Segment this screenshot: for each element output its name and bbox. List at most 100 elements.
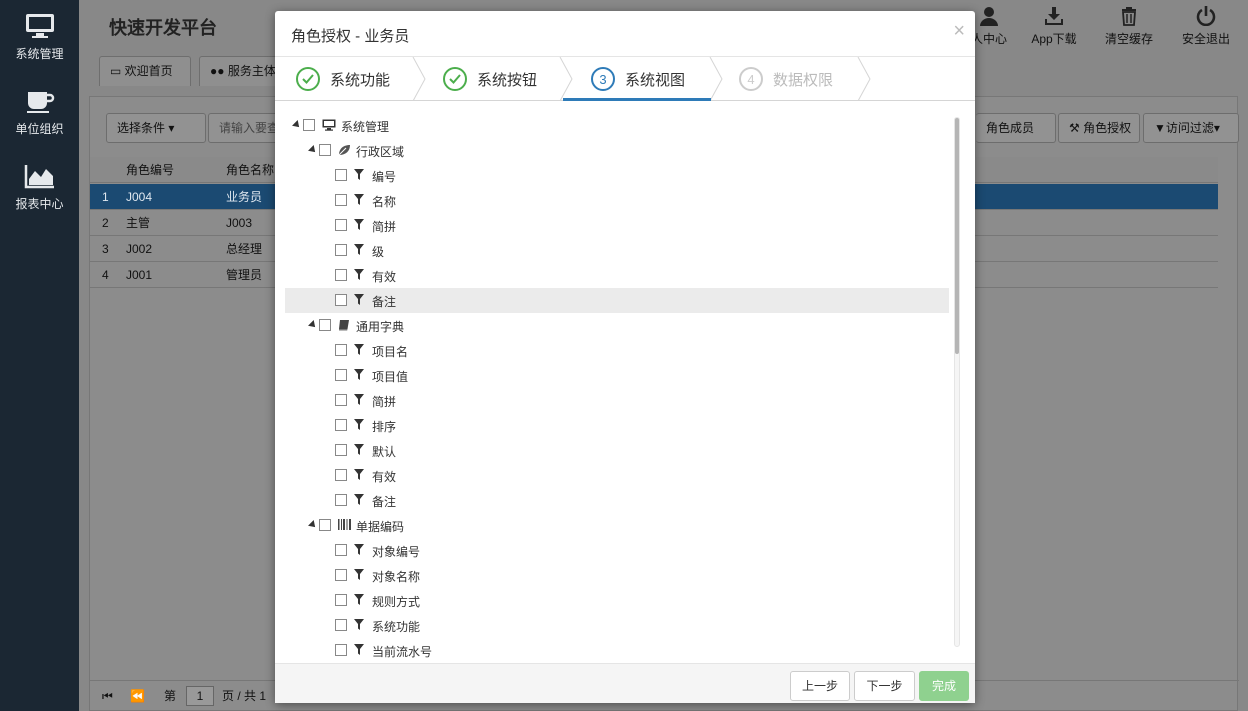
- tree-checkbox[interactable]: [335, 269, 347, 281]
- tree-checkbox[interactable]: [335, 344, 347, 356]
- tree-node[interactable]: 当前流水号: [285, 638, 949, 660]
- tree-node[interactable]: 规则方式: [285, 588, 949, 613]
- filter-icon: [354, 469, 364, 480]
- finish-button[interactable]: 完成: [919, 671, 969, 701]
- tree-node[interactable]: 有效: [285, 263, 949, 288]
- column-header[interactable]: 角色名称: [226, 157, 274, 183]
- access-filter-button[interactable]: ▼访问过滤▾: [1143, 113, 1239, 143]
- step-system-button[interactable]: 系统按钮: [443, 57, 537, 101]
- logout-button[interactable]: 安全退出: [1176, 6, 1236, 47]
- tab-welcome[interactable]: ▭ 欢迎首页: [99, 56, 191, 86]
- tree-node[interactable]: 对象编号: [285, 538, 949, 563]
- role-auth-button[interactable]: ⚒ 角色授权: [1058, 113, 1140, 143]
- tree-checkbox[interactable]: [335, 219, 347, 231]
- tree-node[interactable]: 级: [285, 238, 949, 263]
- tree-checkbox[interactable]: [335, 544, 347, 556]
- filter-label: 选择条件: [117, 121, 166, 135]
- clear-cache-button[interactable]: 清空缓存: [1099, 6, 1159, 47]
- tree-node[interactable]: 简拼: [285, 388, 949, 413]
- filter-icon: [354, 219, 364, 230]
- filter-icon: [354, 644, 364, 655]
- step-system-function[interactable]: 系统功能: [296, 57, 390, 101]
- tree-node[interactable]: 有效: [285, 463, 949, 488]
- button-label: 安全退出: [1181, 32, 1230, 46]
- tree-node[interactable]: 默认: [285, 438, 949, 463]
- tree-checkbox[interactable]: [335, 469, 347, 481]
- tree-checkbox[interactable]: [335, 494, 347, 506]
- check-circle-icon: [296, 67, 320, 91]
- tree-node[interactable]: 项目名: [285, 338, 949, 363]
- dialog-header: 角色授权 - 业务员 ×: [275, 11, 975, 57]
- tree-checkbox[interactable]: [335, 369, 347, 381]
- tree-node[interactable]: 排序: [285, 413, 949, 438]
- filter-icon: [354, 569, 364, 580]
- download-icon: [1045, 7, 1063, 25]
- tree-node-label: 备注: [372, 295, 397, 309]
- tree-node[interactable]: 名称: [285, 188, 949, 213]
- sidebar-item-label: 系统管理: [15, 47, 64, 61]
- tree-checkbox[interactable]: [335, 594, 347, 606]
- tree-node-label: 对象编号: [372, 545, 421, 559]
- row-number: 2: [102, 216, 109, 230]
- tree-scrollbar[interactable]: [954, 117, 960, 647]
- filter-select[interactable]: 选择条件 ▾: [106, 113, 206, 143]
- power-icon: [1196, 6, 1216, 26]
- expand-toggle-icon[interactable]: [292, 120, 302, 130]
- tree-node[interactable]: 备注: [285, 288, 949, 313]
- step-system-view[interactable]: 3 系统视图: [591, 57, 685, 101]
- tree-checkbox[interactable]: [335, 169, 347, 181]
- user-icon: [980, 7, 998, 26]
- prev-page-icon[interactable]: ⏪: [130, 681, 145, 711]
- app-download-button[interactable]: App下载: [1024, 6, 1084, 47]
- tree-node[interactable]: 对象名称: [285, 563, 949, 588]
- button-label: 访问过滤: [1165, 121, 1214, 135]
- tree-node[interactable]: 行政区域: [285, 138, 949, 163]
- tree-node[interactable]: 系统管理: [285, 113, 949, 138]
- tree-checkbox[interactable]: [335, 619, 347, 631]
- tree-checkbox[interactable]: [335, 644, 347, 656]
- prev-step-button[interactable]: 上一步: [790, 671, 850, 701]
- expand-toggle-icon[interactable]: [308, 520, 318, 530]
- first-page-icon[interactable]: ⏮: [102, 681, 113, 711]
- sidebar-item-org[interactable]: 单位组织: [0, 75, 79, 150]
- tree-node-label: 系统功能: [372, 620, 421, 634]
- tree-checkbox[interactable]: [319, 519, 331, 531]
- tree-checkbox[interactable]: [335, 444, 347, 456]
- desktop-icon: ▭: [110, 64, 125, 78]
- page-input[interactable]: 1: [186, 686, 214, 706]
- expand-toggle-icon[interactable]: [308, 145, 318, 155]
- next-step-button[interactable]: 下一步: [854, 671, 915, 701]
- step-data-permission[interactable]: 4 数据权限: [739, 57, 833, 101]
- filter-icon: [354, 294, 364, 305]
- tree-checkbox[interactable]: [319, 319, 331, 331]
- role-members-button[interactable]: 角色成员: [976, 113, 1056, 143]
- sidebar-item-system[interactable]: 系统管理: [0, 0, 79, 75]
- scrollbar-thumb[interactable]: [955, 118, 959, 354]
- tree-node[interactable]: 项目值: [285, 363, 949, 388]
- tree-checkbox[interactable]: [335, 294, 347, 306]
- tree-checkbox[interactable]: [335, 569, 347, 581]
- tree-checkbox[interactable]: [335, 394, 347, 406]
- tree-node[interactable]: 备注: [285, 488, 949, 513]
- filter-icon: [354, 194, 364, 205]
- current-step-indicator: [563, 98, 711, 101]
- dialog-title: 角色授权 - 业务员: [291, 28, 410, 45]
- column-header[interactable]: 角色编号: [126, 157, 174, 183]
- close-icon[interactable]: ×: [953, 21, 965, 41]
- tree-checkbox[interactable]: [335, 244, 347, 256]
- expand-toggle-icon[interactable]: [308, 320, 318, 330]
- step-label: 数据权限: [773, 71, 834, 89]
- tree-node[interactable]: 简拼: [285, 213, 949, 238]
- sidebar-item-label: 报表中心: [15, 197, 64, 211]
- filter-icon: [354, 594, 364, 605]
- sidebar-item-reports[interactable]: 报表中心: [0, 150, 79, 225]
- tree-checkbox[interactable]: [335, 194, 347, 206]
- tree-node[interactable]: 编号: [285, 163, 949, 188]
- tree-checkbox[interactable]: [335, 419, 347, 431]
- tree-checkbox[interactable]: [303, 119, 315, 131]
- tree-checkbox[interactable]: [319, 144, 331, 156]
- tree-node-label: 编号: [372, 170, 397, 184]
- tree-node[interactable]: 单据编码: [285, 513, 949, 538]
- tree-node[interactable]: 通用字典: [285, 313, 949, 338]
- tree-node[interactable]: 系统功能: [285, 613, 949, 638]
